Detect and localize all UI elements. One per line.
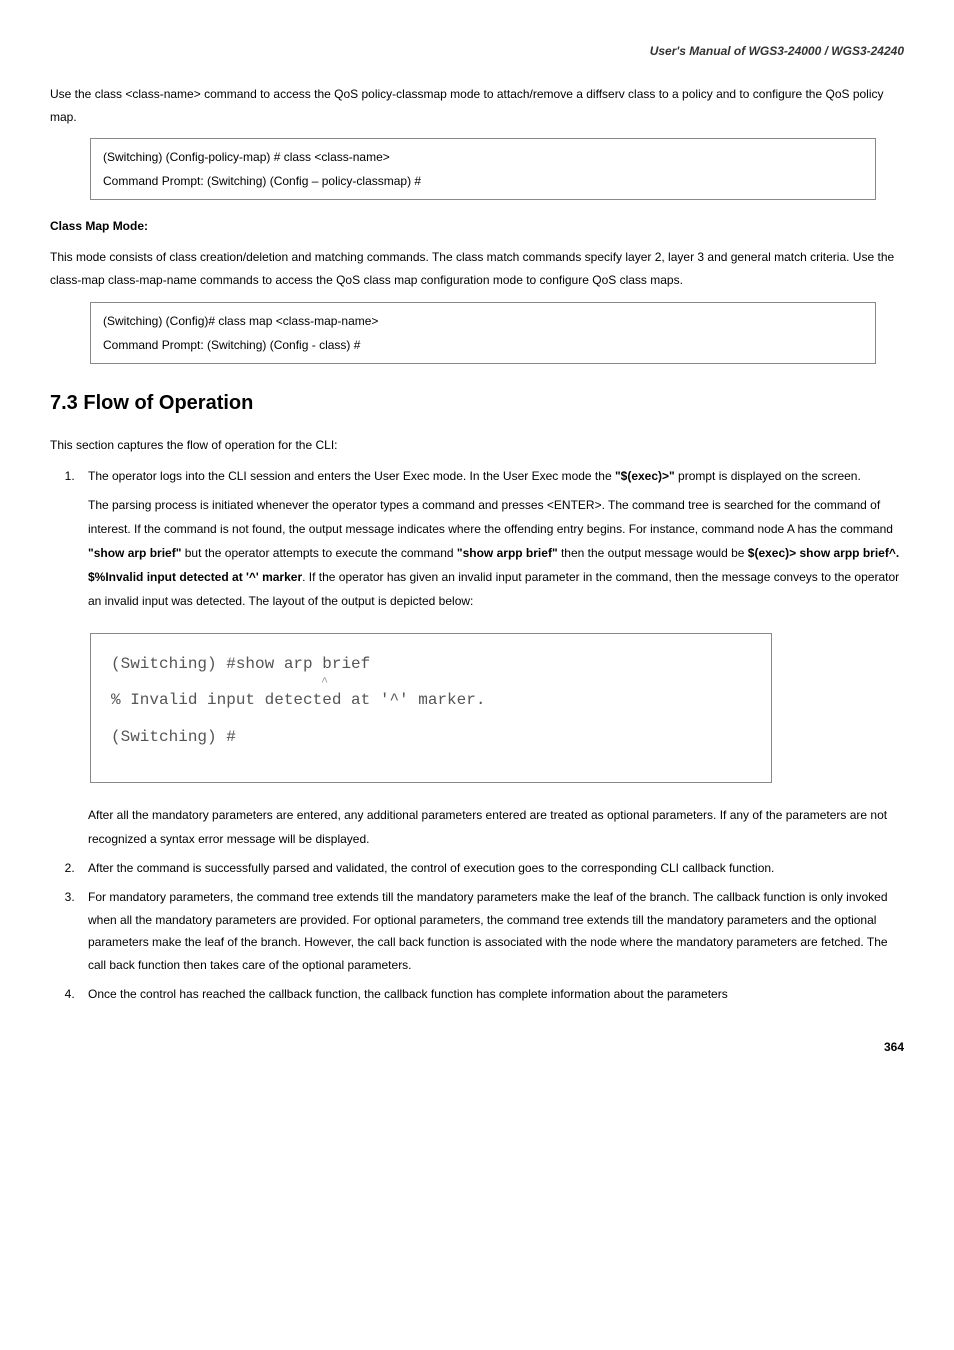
- class-map-mode-label: Class Map Mode:: [50, 215, 904, 238]
- section-heading: 7.3 Flow of Operation: [50, 384, 904, 422]
- list-item: For mandatory parameters, the command tr…: [78, 886, 904, 977]
- list-item: The operator logs into the CLI session a…: [78, 465, 904, 488]
- list-item: Once the control has reached the callbac…: [78, 983, 904, 1006]
- list-text: Once the control has reached the callbac…: [88, 983, 904, 1006]
- terminal-caret: ^: [321, 679, 751, 686]
- section-intro: This section captures the flow of operat…: [50, 434, 904, 457]
- code-line: Command Prompt: (Switching) (Config – po…: [103, 169, 863, 193]
- class-map-paragraph: This mode consists of class creation/del…: [50, 246, 904, 292]
- terminal-output-box: (Switching) #show arp brief ^ % Invalid …: [90, 633, 772, 783]
- bold-text: "show arpp brief": [457, 546, 558, 560]
- list-text: After the command is successfully parsed…: [88, 857, 904, 880]
- code-line: Command Prompt: (Switching) (Config - cl…: [103, 333, 863, 357]
- list-item: After the command is successfully parsed…: [78, 857, 904, 880]
- bold-text: "$(exec)>": [615, 469, 675, 483]
- list-text: then the output message would be: [558, 546, 748, 560]
- flow-list: The operator logs into the CLI session a…: [50, 465, 904, 488]
- terminal-line: (Switching) #: [111, 723, 751, 752]
- after-image-paragraph: After all the mandatory parameters are e…: [88, 803, 904, 851]
- intro-paragraph: Use the class <class-name> command to ac…: [50, 83, 904, 129]
- code-line: (Switching) (Config-policy-map) # class …: [103, 145, 863, 169]
- flow-list-continued: After the command is successfully parsed…: [50, 857, 904, 1006]
- page-header: User's Manual of WGS3-24000 / WGS3-24240: [50, 40, 904, 63]
- list-text: The operator logs into the CLI session a…: [88, 469, 615, 483]
- page-number: 364: [50, 1036, 904, 1059]
- list-text: The parsing process is initiated wheneve…: [88, 498, 893, 536]
- list-text: For mandatory parameters, the command tr…: [88, 886, 904, 977]
- code-line: (Switching) (Config)# class map <class-m…: [103, 309, 863, 333]
- list-continuation: The parsing process is initiated wheneve…: [88, 493, 904, 613]
- list-text: prompt is displayed on the screen.: [675, 469, 861, 483]
- bold-text: "show arp brief": [88, 546, 181, 560]
- list-text: but the operator attempts to execute the…: [181, 546, 457, 560]
- terminal-line: % Invalid input detected at '^' marker.: [111, 686, 751, 715]
- code-box-class-map: (Switching) (Config)# class map <class-m…: [90, 302, 876, 364]
- terminal-line: (Switching) #show arp brief: [111, 650, 751, 679]
- code-box-policy-map: (Switching) (Config-policy-map) # class …: [90, 138, 876, 200]
